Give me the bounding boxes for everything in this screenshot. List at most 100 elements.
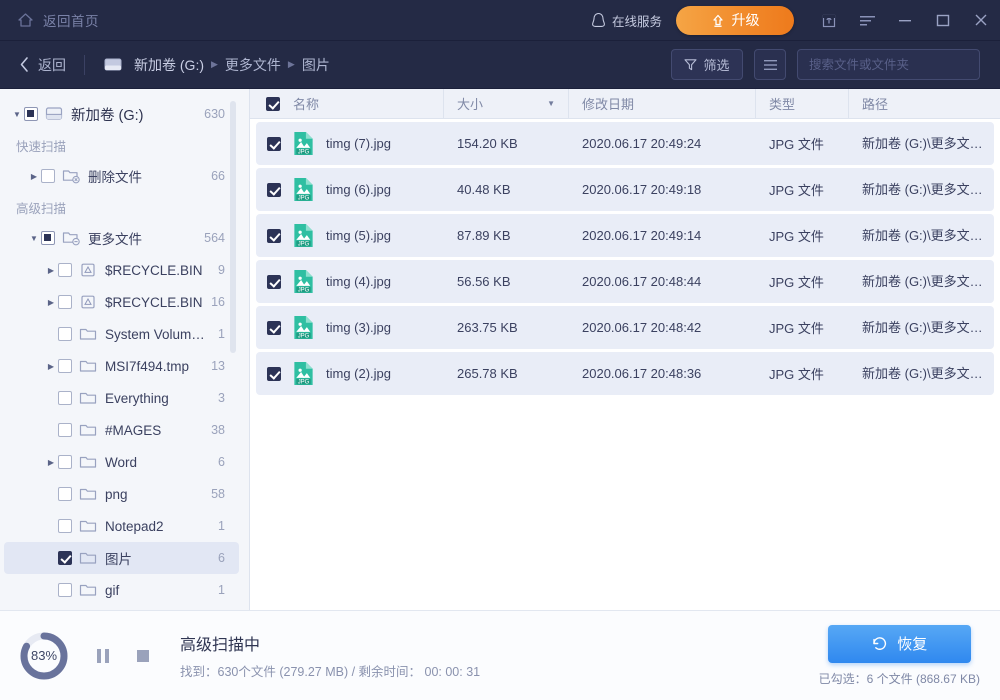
search-input[interactable] bbox=[809, 58, 970, 72]
file-name-label: timg (4).jpg bbox=[326, 274, 391, 289]
tree-item-checkbox[interactable] bbox=[41, 231, 55, 245]
list-view-button[interactable] bbox=[754, 49, 786, 80]
tree-item--recycle-bin[interactable]: ▶$RECYCLE.BIN9 bbox=[4, 254, 239, 286]
column-header-label: 大小 bbox=[457, 94, 483, 113]
tree-item-count: 13 bbox=[211, 359, 225, 373]
caret-down-icon[interactable]: ▼ bbox=[10, 110, 24, 119]
caret-right-icon[interactable]: ▶ bbox=[44, 266, 58, 275]
maximize-button[interactable] bbox=[924, 0, 962, 41]
upgrade-button[interactable]: 升级 bbox=[676, 6, 794, 35]
select-all-checkbox[interactable] bbox=[266, 97, 280, 111]
tree-item-checkbox[interactable] bbox=[24, 107, 38, 121]
breadcrumb-item-2[interactable]: 图片 bbox=[302, 55, 330, 75]
caret-down-icon[interactable]: ▼ bbox=[27, 234, 41, 243]
tree-item-system-volume-inf-[interactable]: ▶System Volume Inf...1 bbox=[4, 318, 239, 350]
minimize-button[interactable] bbox=[886, 0, 924, 41]
tree-item-label: $RECYCLE.BIN bbox=[105, 295, 203, 310]
row-checkbox[interactable] bbox=[267, 367, 281, 381]
folder-tree: ▼新加卷 (G:)630快速扫描▶删除文件66高级扫描▼更多文件564▶$REC… bbox=[0, 98, 249, 610]
upgrade-label: 升级 bbox=[732, 10, 760, 30]
tree-item-label: System Volume Inf... bbox=[105, 327, 210, 342]
column-header-label: 类型 bbox=[769, 94, 795, 113]
tree-item-word[interactable]: ▶Word6 bbox=[4, 446, 239, 478]
caret-right-icon[interactable]: ▶ bbox=[44, 362, 58, 371]
sort-descending-icon[interactable]: ▼ bbox=[547, 99, 555, 108]
search-box[interactable] bbox=[797, 49, 980, 80]
table-row[interactable]: JPGtimg (5).jpg87.89 KB2020.06.17 20:49:… bbox=[256, 214, 994, 257]
tree-item-notepad2[interactable]: ▶Notepad21 bbox=[4, 510, 239, 542]
tree-item-checkbox[interactable] bbox=[58, 487, 72, 501]
tree-item-更多文件[interactable]: ▼更多文件564 bbox=[4, 222, 239, 254]
scan-progress-ring: 83% bbox=[18, 630, 70, 682]
menu-button[interactable] bbox=[848, 0, 886, 41]
table-row[interactable]: JPGtimg (2).jpg265.78 KB2020.06.17 20:48… bbox=[256, 352, 994, 395]
tree-item-icon-wrap bbox=[79, 550, 98, 566]
tree-item-icon-wrap bbox=[79, 390, 98, 406]
breadcrumb-item-1[interactable]: 更多文件 bbox=[225, 55, 281, 75]
column-header-size[interactable]: 大小 ▼ bbox=[444, 89, 569, 118]
cell-name: JPG timg (4).jpg bbox=[256, 269, 450, 294]
filter-label: 筛选 bbox=[703, 55, 729, 74]
table-row[interactable]: JPGtimg (7).jpg154.20 KB2020.06.17 20:49… bbox=[256, 122, 994, 165]
tree-item--mages[interactable]: ▶#MAGES38 bbox=[4, 414, 239, 446]
tree-item-删除文件[interactable]: ▶删除文件66 bbox=[4, 160, 239, 192]
tree-item-checkbox[interactable] bbox=[58, 359, 72, 373]
table-row[interactable]: JPGtimg (3).jpg263.75 KB2020.06.17 20:48… bbox=[256, 306, 994, 349]
column-header-date[interactable]: 修改日期 bbox=[569, 89, 756, 118]
table-row[interactable]: JPGtimg (6).jpg40.48 KB2020.06.17 20:49:… bbox=[256, 168, 994, 211]
caret-right-icon[interactable]: ▶ bbox=[27, 172, 41, 181]
column-header-type[interactable]: 类型 bbox=[756, 89, 849, 118]
sidebar-scrollbar[interactable] bbox=[230, 101, 236, 353]
row-checkbox[interactable] bbox=[267, 321, 281, 335]
jpg-file-icon: JPG bbox=[292, 223, 315, 248]
tree-item-checkbox[interactable] bbox=[58, 551, 72, 565]
svg-text:JPG: JPG bbox=[298, 333, 310, 339]
online-service-button[interactable]: 在线服务 bbox=[591, 11, 662, 30]
close-button[interactable] bbox=[962, 0, 1000, 41]
recover-button[interactable]: 恢复 bbox=[828, 625, 971, 663]
tree-item-count: 3 bbox=[218, 391, 225, 405]
tree-item-新加卷-g-[interactable]: ▼新加卷 (G:)630 bbox=[4, 98, 239, 130]
tree-item-checkbox[interactable] bbox=[58, 391, 72, 405]
cell-path: 新加卷 (G:)\更多文件... bbox=[855, 260, 994, 303]
column-header-name[interactable]: 名称 bbox=[250, 89, 444, 118]
tree-item-checkbox[interactable] bbox=[58, 423, 72, 437]
tree-item-everything[interactable]: ▶Everything3 bbox=[4, 382, 239, 414]
tree-item-checkbox[interactable] bbox=[58, 263, 72, 277]
tree-item-checkbox[interactable] bbox=[41, 169, 55, 183]
svg-text:JPG: JPG bbox=[298, 287, 310, 293]
caret-right-icon[interactable]: ▶ bbox=[44, 298, 58, 307]
tree-group-label: 快速扫描 bbox=[0, 130, 249, 160]
table-row[interactable]: JPGtimg (4).jpg56.56 KB2020.06.17 20:48:… bbox=[256, 260, 994, 303]
app-window: 返回首页 在线服务 升级 bbox=[0, 0, 1000, 700]
folder-icon bbox=[79, 582, 98, 598]
tree-item-checkbox[interactable] bbox=[58, 455, 72, 469]
pause-scan-button[interactable] bbox=[88, 641, 118, 671]
back-button[interactable]: 返回 bbox=[19, 55, 66, 75]
stop-scan-button[interactable] bbox=[128, 641, 158, 671]
row-checkbox[interactable] bbox=[267, 229, 281, 243]
tree-item-gif[interactable]: ▶gif1 bbox=[4, 574, 239, 606]
tree-item-图片[interactable]: ▶图片6 bbox=[4, 542, 239, 574]
tree-item-checkbox[interactable] bbox=[58, 327, 72, 341]
row-checkbox[interactable] bbox=[267, 137, 281, 151]
caret-right-icon[interactable]: ▶ bbox=[44, 458, 58, 467]
tree-item-msi7f494-tmp[interactable]: ▶MSI7f494.tmp13 bbox=[4, 350, 239, 382]
home-button[interactable]: 返回首页 bbox=[17, 10, 99, 30]
tree-item-png[interactable]: ▶png58 bbox=[4, 478, 239, 510]
column-header-path[interactable]: 路径 bbox=[849, 89, 1000, 118]
tree-item-checkbox[interactable] bbox=[58, 519, 72, 533]
row-checkbox[interactable] bbox=[267, 183, 281, 197]
export-button[interactable] bbox=[810, 0, 848, 41]
filter-button[interactable]: 筛选 bbox=[671, 49, 743, 80]
tree-item--recycle-bin[interactable]: ▶$RECYCLE.BIN16 bbox=[4, 286, 239, 318]
svg-text:JPG: JPG bbox=[298, 241, 310, 247]
tree-item-count: 564 bbox=[204, 231, 225, 245]
cell-size: 263.75 KB bbox=[450, 320, 575, 335]
breadcrumb-item-0[interactable]: 新加卷 (G:) bbox=[134, 55, 204, 75]
tree-item-checkbox[interactable] bbox=[58, 295, 72, 309]
tree-item-checkbox[interactable] bbox=[58, 583, 72, 597]
file-list-panel: 名称大小 ▼ 修改日期类型 路径 JPGtimg (7).jpg154.20 KB20… bbox=[250, 89, 1000, 610]
tree-item-label: Notepad2 bbox=[105, 519, 210, 534]
row-checkbox[interactable] bbox=[267, 275, 281, 289]
